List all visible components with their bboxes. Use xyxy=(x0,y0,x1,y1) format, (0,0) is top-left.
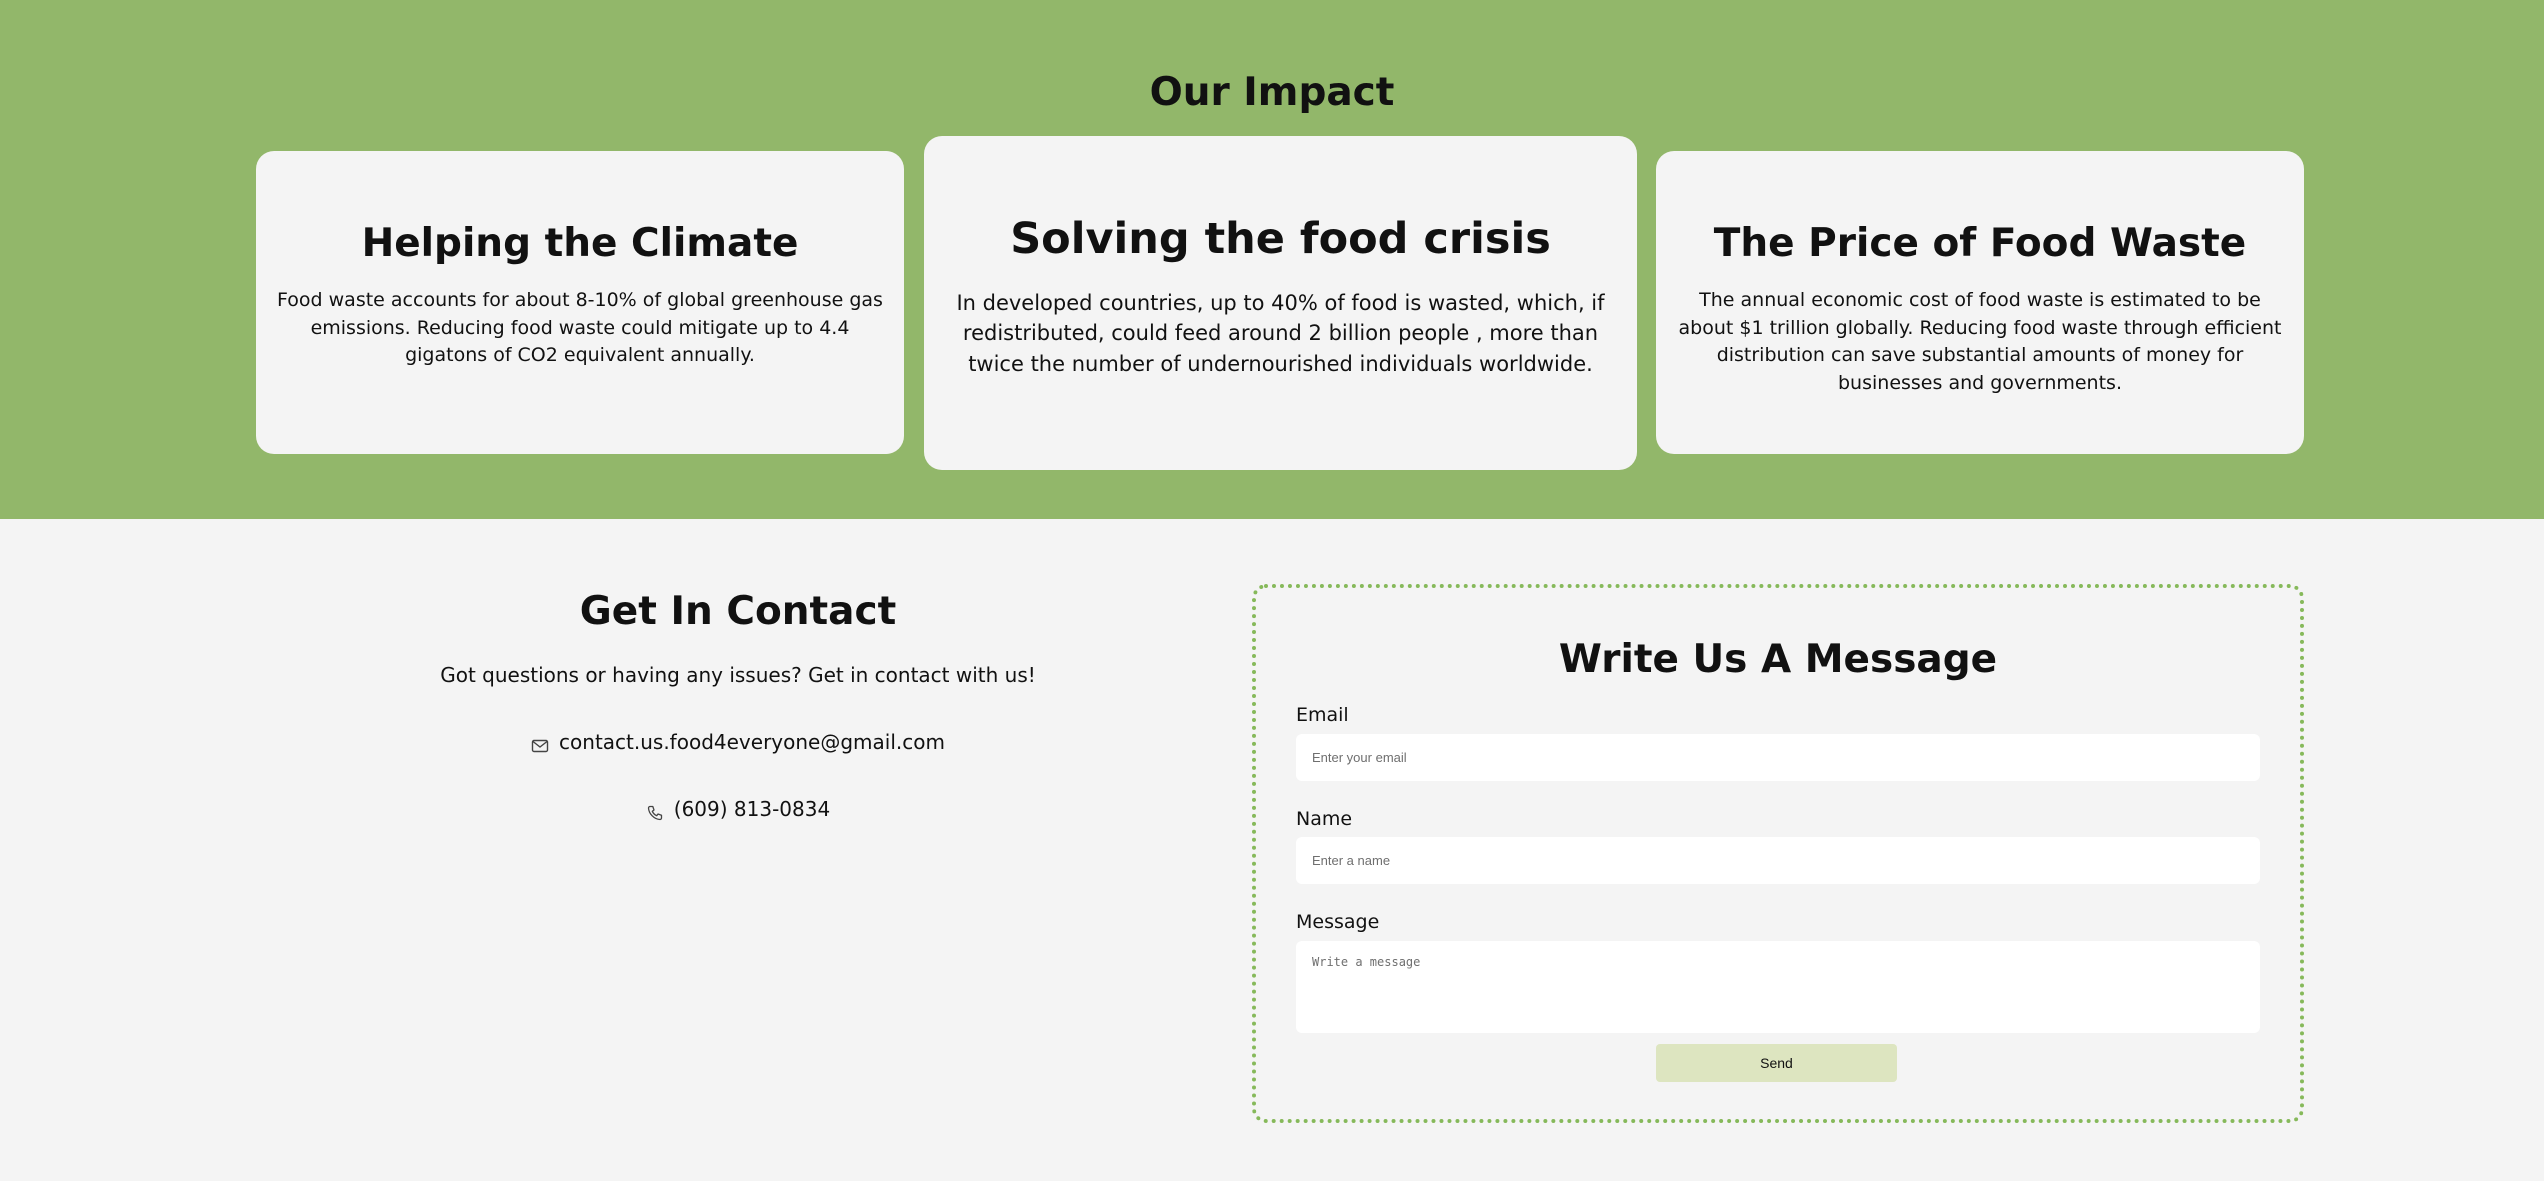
card-title: Solving the food crisis xyxy=(1010,214,1551,264)
phone-icon xyxy=(646,800,664,821)
impact-title: Our Impact xyxy=(1149,70,1395,115)
impact-card-climate: Helping the Climate Food waste accounts … xyxy=(256,151,904,454)
contact-subtitle: Got questions or having any issues? Get … xyxy=(440,663,1036,687)
contact-phone[interactable]: (609) 813-0834 xyxy=(674,794,830,824)
name-label: Name xyxy=(1296,808,1353,830)
contact-title: Get In Contact xyxy=(579,589,897,634)
message-label: Message xyxy=(1296,911,1380,933)
email-label: Email xyxy=(1296,704,1349,726)
impact-card-food-crisis: Solving the food crisis In developed cou… xyxy=(924,136,1637,470)
send-button[interactable]: Send xyxy=(1656,1044,1897,1082)
card-text: The annual economic cost of food waste i… xyxy=(1678,289,2282,394)
contact-email[interactable]: contact.us.food4everyone@gmail.com xyxy=(559,727,945,757)
card-title: The Price of Food Waste xyxy=(1713,221,2247,266)
card-text: In developed countries, up to 40% of foo… xyxy=(956,291,1605,376)
mail-icon xyxy=(531,733,549,753)
impact-card-price: The Price of Food Waste The annual econo… xyxy=(1656,151,2304,454)
contact-email-row: contact.us.food4everyone@gmail.com xyxy=(340,727,1136,757)
form-title: Write Us A Message xyxy=(1558,637,1998,682)
card-text: Food waste accounts for about 8-10% of g… xyxy=(277,289,883,367)
impact-section: Our Impact Helping the Climate Food wast… xyxy=(0,0,2544,519)
contact-phone-row: (609) 813-0834 xyxy=(340,794,1136,824)
email-field[interactable] xyxy=(1296,734,2260,781)
card-title: Helping the Climate xyxy=(361,221,799,266)
message-form: Write Us A Message Email Name Message Se… xyxy=(1252,584,2304,1123)
message-field[interactable] xyxy=(1296,941,2260,1033)
name-field[interactable] xyxy=(1296,837,2260,884)
